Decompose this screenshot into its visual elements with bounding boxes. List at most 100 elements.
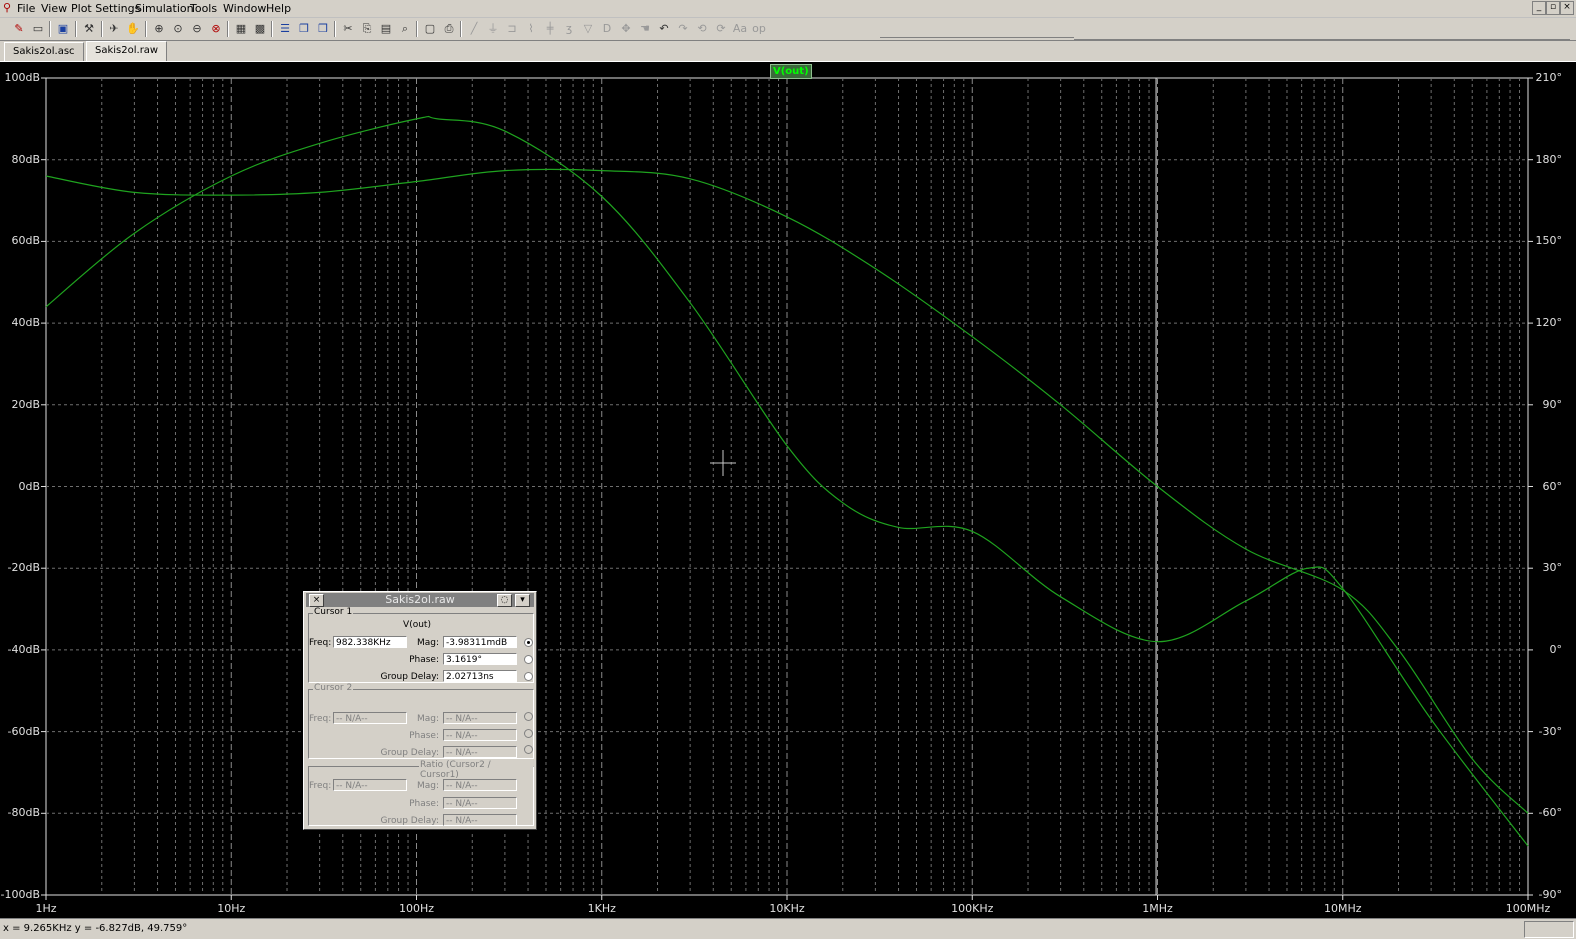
cut-icon[interactable]: ✂ [340, 21, 356, 37]
x-axis-label: 1Hz [35, 902, 57, 915]
text-icon[interactable]: Aa [732, 21, 748, 37]
mirror-icon[interactable]: ⟳ [713, 21, 729, 37]
component-icon[interactable]: D [599, 21, 615, 37]
print-preview-icon[interactable]: ▢ [422, 21, 438, 37]
tab-strip: Sakis2ol.asc Sakis2ol.raw [0, 41, 1576, 62]
plot-area[interactable] [0, 62, 1576, 918]
zoom-in-icon[interactable]: ⊕ [151, 21, 167, 37]
cursor2-mag-field: -- N/A-- [443, 712, 517, 724]
cursor1-phase-label: Phase: [409, 655, 439, 665]
y-axis-label-right: 120° [1535, 316, 1563, 330]
y-axis-label-left: 60dB [11, 234, 40, 248]
restore-icon[interactable]: ▫ [1546, 1, 1560, 15]
cursor1-freq-field[interactable]: 982.338KHz [333, 636, 407, 648]
open-icon[interactable]: ▭ [30, 21, 46, 37]
cursor1-gd-field[interactable]: 2.02713ns [443, 670, 517, 682]
menu-help[interactable]: Help [266, 2, 291, 15]
print-icon[interactable]: ⎙ [441, 21, 457, 37]
ratio-freq-field: -- N/A-- [333, 779, 407, 791]
copy-icon[interactable]: ⎘ [359, 21, 375, 37]
undo-icon[interactable]: ↶ [656, 21, 672, 37]
capacitor-icon[interactable]: ╪ [542, 21, 558, 37]
cursor2-gd-label: Group Delay: [380, 748, 439, 758]
y-axis-label-left: 80dB [11, 152, 40, 166]
ground-icon[interactable]: ⏚ [485, 21, 501, 37]
cursor1-mag-field[interactable]: -3.98311mdB [443, 636, 517, 648]
x-axis-label: 10MHz [1323, 902, 1362, 915]
cursor2-mag-label: Mag: [416, 714, 439, 724]
move-icon[interactable]: ✥ [618, 21, 634, 37]
y-axis-label-left: -80dB [7, 806, 41, 820]
ratio-phase-label: Phase: [409, 799, 439, 809]
y-axis-label-right: 180° [1535, 152, 1563, 166]
ratio-freq-label: Freq: [309, 781, 332, 791]
tile-horizontal-icon[interactable]: ☰ [277, 21, 293, 37]
phase-trace[interactable] [45, 168, 1529, 814]
minimize-icon[interactable]: _ [1532, 1, 1546, 15]
autorange-icon[interactable]: ▦ [233, 21, 249, 37]
y-axis-label-left: -20dB [7, 561, 41, 575]
halt-icon[interactable]: ✋ [125, 21, 141, 37]
drag-icon[interactable]: ☚ [637, 21, 653, 37]
status-panel [1524, 921, 1574, 938]
cursor1-phase-field[interactable]: 3.1619° [443, 653, 517, 665]
grid-icon[interactable]: ▩ [252, 21, 268, 37]
spice-directive-icon[interactable]: op [751, 21, 767, 37]
paste-icon[interactable]: ▤ [378, 21, 394, 37]
zoom-fit-icon[interactable]: ⊗ [208, 21, 224, 37]
ratio-group: Ratio (Cursor2 / Cursor1) Freq: -- N/A--… [308, 760, 534, 826]
menu-file[interactable]: File [17, 2, 35, 15]
y-axis-label-right: 210° [1535, 71, 1563, 84]
resistor-icon[interactable]: ⌇ [523, 21, 539, 37]
redo-icon[interactable]: ↷ [675, 21, 691, 37]
tile-vertical-icon[interactable]: ❒ [315, 21, 331, 37]
cursor1-signal: V(out) [403, 620, 431, 630]
x-axis-label: 1MHz [1142, 902, 1173, 915]
wire-icon[interactable]: ╱ [466, 21, 482, 37]
cursor1-gd-radio[interactable] [524, 672, 533, 681]
run-icon[interactable]: ✈ [106, 21, 122, 37]
find-icon[interactable]: ⌕ [397, 21, 413, 37]
cursor-panel-title: Sakis2ol.raw [385, 593, 455, 606]
x-axis-label: 100KHz [951, 902, 994, 915]
zoom-out-icon[interactable]: ⊖ [189, 21, 205, 37]
menu-window[interactable]: Window [223, 2, 266, 15]
tab-sakis2ol-raw[interactable]: Sakis2ol.raw [86, 41, 168, 61]
menu-plot-settings[interactable]: Plot Settings [71, 2, 140, 15]
y-axis-label-right: 150° [1535, 234, 1563, 248]
pan-icon[interactable]: ⊙ [170, 21, 186, 37]
menu-tools[interactable]: Tools [190, 2, 217, 15]
control-panel-icon[interactable]: ⚒ [81, 21, 97, 37]
y-axis-label-right: -90° [1538, 888, 1562, 901]
tab-sakis2ol-asc[interactable]: Sakis2ol.asc [4, 42, 84, 61]
bode-plot[interactable] [0, 62, 1576, 918]
panel-menu-icon[interactable]: ▾ [515, 594, 530, 607]
x-axis-label: 10KHz [769, 902, 805, 915]
new-schematic-icon[interactable]: ✎ [11, 21, 27, 37]
save-icon[interactable]: ▣ [55, 21, 71, 37]
y-axis-label-left: 40dB [11, 316, 40, 330]
cursor-panel[interactable]: Sakis2ol.raw × ◌ ▾ Cursor 1 V(out) Freq:… [303, 591, 537, 830]
menu-bar: ⚲ File View Plot Settings Simulation Too… [0, 0, 1576, 18]
cursor2-phase-radio [524, 729, 533, 738]
ratio-phase-field: -- N/A-- [443, 797, 517, 809]
cursor1-mag-label: Mag: [416, 638, 439, 648]
y-axis-label-left: 100dB [4, 71, 40, 84]
mouse-crosshair [710, 450, 736, 476]
menu-view[interactable]: View [41, 2, 67, 15]
inductor-icon[interactable]: ʒ [561, 21, 577, 37]
trace-label-vout[interactable]: V(out) [770, 64, 812, 79]
close-window-icon[interactable]: × [1560, 1, 1574, 15]
rotate-icon[interactable]: ⟲ [694, 21, 710, 37]
x-axis-label: 1KHz [587, 902, 616, 915]
x-axis-label: 10Hz [217, 902, 246, 915]
cascade-icon[interactable]: ❐ [296, 21, 312, 37]
cursor1-mag-radio[interactable] [524, 638, 533, 647]
cursor1-phase-radio[interactable] [524, 655, 533, 664]
menu-simulation[interactable]: Simulation [135, 2, 194, 15]
close-panel-icon[interactable]: × [309, 594, 324, 607]
diode-icon[interactable]: ▽ [580, 21, 596, 37]
cursor2-freq-field: -- N/A-- [333, 712, 407, 724]
panel-settings-icon[interactable]: ◌ [497, 594, 512, 607]
label-net-icon[interactable]: ⊐ [504, 21, 520, 37]
